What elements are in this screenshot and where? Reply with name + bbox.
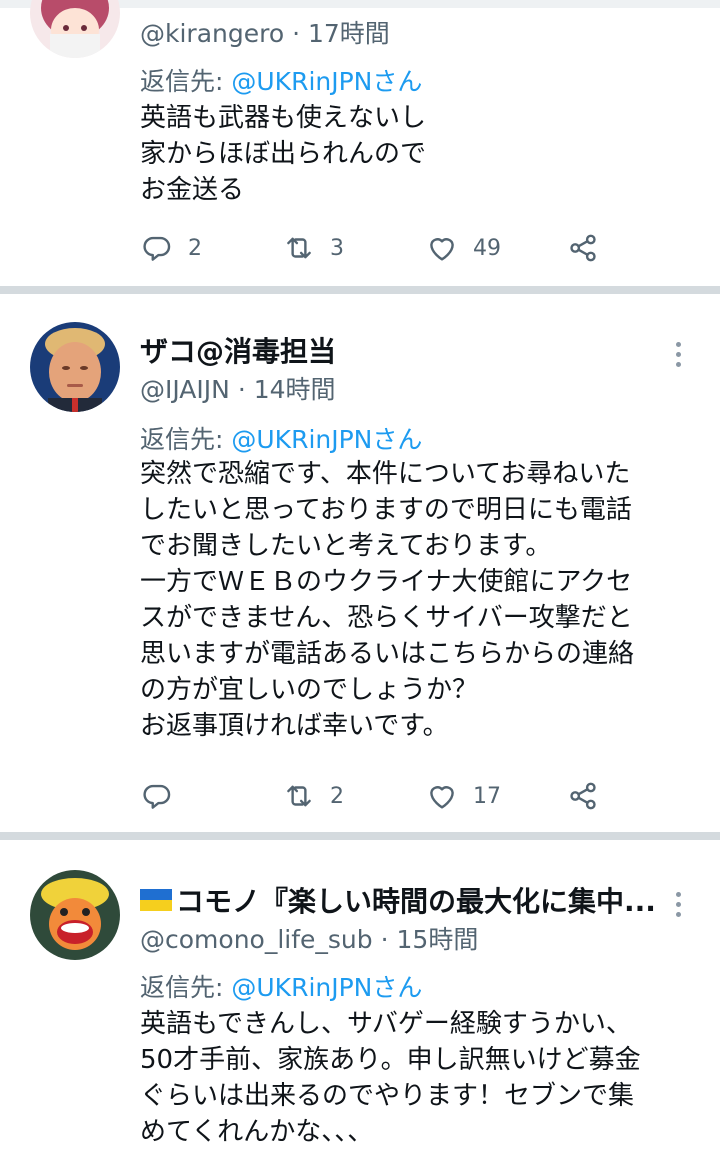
share-icon (570, 782, 596, 810)
handle-text[interactable]: @kirangero (140, 19, 284, 48)
reply-prefix: 返信先: (140, 973, 232, 1002)
retweet-button[interactable]: 3 (282, 228, 344, 268)
reply-button[interactable]: 2 (140, 228, 202, 268)
tweet-2[interactable]: ザコ@消毒担当 @IJAIJN · 14時間 返信先: @UKRinJPNさん … (0, 294, 720, 832)
like-count: 17 (473, 783, 501, 809)
tweet-text-line: 一方でＷＥＢのウクライナ大使館にアクセ (140, 567, 633, 597)
avatar[interactable] (30, 0, 120, 58)
tweet-1[interactable]: @kirangero · 17時間 返信先: @UKRinJPNさん 英語も武器… (0, 0, 720, 288)
avatar[interactable] (30, 870, 120, 960)
more-icon-dot (676, 352, 681, 357)
retweet-icon (287, 785, 311, 807)
tweet-text-line: 思いますが電話あるいはこちらからの連絡 (140, 639, 635, 669)
separator-dot: · (237, 375, 246, 404)
tweet-text-line: 英語も武器も使えないし (140, 103, 427, 133)
more-icon-dot (676, 362, 681, 367)
tweet-text: 英語もできんし、サバゲー経験すうかい、 50才手前、家族あり。申し訳無いけど募金… (140, 1006, 641, 1150)
reply-to-line: 返信先: @UKRinJPNさん (140, 420, 422, 456)
more-options-button[interactable] (676, 892, 686, 922)
share-button[interactable] (566, 776, 600, 816)
ukraine-flag-icon (140, 889, 172, 911)
avatar[interactable] (30, 322, 120, 412)
tweet-time[interactable]: 17時間 (308, 19, 390, 48)
tweet-text-line: スができません、恐らくサイバー攻撃だと (140, 603, 633, 633)
reply-icon (143, 236, 171, 261)
retweet-icon (287, 237, 311, 259)
share-button[interactable] (566, 228, 600, 268)
more-icon-dot (676, 912, 681, 917)
tweet-text-line: 英語もできんし、サバゲー経験すうかい、 (140, 1009, 632, 1039)
retweet-button[interactable]: 2 (282, 776, 344, 816)
tweet-text-line: でお聞きしたいと考えております。 (140, 531, 552, 561)
action-bar: 2 17 (140, 776, 610, 816)
separator-dot: · (380, 925, 389, 954)
handle-text[interactable]: @comono_life_sub (140, 925, 373, 954)
tweet-text: 突然で恐縮です、本件についてお尋ねいた したいと思っておりますので明日にも電話 … (140, 456, 634, 744)
tweet-divider (0, 286, 720, 294)
tweet-text-line: お金送る (140, 175, 245, 205)
reply-mention-link[interactable]: @UKRinJPNさん (231, 425, 422, 454)
tweet-handle[interactable]: @comono_life_sub · 15時間 (140, 920, 478, 956)
tweet-author-name[interactable]: ザコ@消毒担当 (140, 330, 336, 370)
share-icon (570, 234, 596, 262)
tweet-text-line: お返事頂ければ幸いです。 (140, 711, 449, 741)
tweet-author-name[interactable]: コモノ『楽しい時間の最大化に集中... (140, 880, 656, 920)
tweet-time[interactable]: 15時間 (397, 925, 479, 954)
more-icon-dot (676, 902, 681, 907)
handle-text[interactable]: @IJAIJN (140, 375, 230, 404)
tweet-text-line: 50才手前、家族あり。申し訳無いけど募金 (140, 1045, 641, 1075)
reply-to-line: 返信先: @UKRinJPNさん (140, 968, 422, 1004)
reply-prefix: 返信先: (140, 425, 232, 454)
tweet-handle[interactable]: @IJAIJN · 14時間 (140, 370, 336, 406)
tweet-text-line: 家からほぼ出られんので (140, 139, 427, 169)
tweet-3[interactable]: コモノ『楽しい時間の最大化に集中... @comono_life_sub · 1… (0, 840, 720, 1160)
tweet-text-line: したいと思っておりますので明日にも電話 (140, 495, 632, 525)
tweet-text-line: 突然で恐縮です、本件についてお尋ねいた (140, 459, 631, 489)
tweet-time[interactable]: 14時間 (254, 375, 336, 404)
tweet-handle[interactable]: @kirangero · 17時間 (140, 14, 390, 50)
action-bar: 2 3 49 (140, 228, 610, 268)
retweet-count: 2 (330, 783, 344, 809)
more-icon-dot (676, 342, 681, 347)
reply-icon (143, 784, 171, 809)
author-name-text[interactable]: コモノ『楽しい時間の最大化に集中... (176, 885, 656, 918)
more-icon-dot (676, 892, 681, 897)
like-count: 49 (473, 235, 501, 261)
reply-mention-link[interactable]: @UKRinJPNさん (231, 67, 422, 96)
tweet-text-line: めてくれんかな、、、 (140, 1117, 374, 1147)
tweet-divider (0, 832, 720, 840)
reply-count: 2 (188, 235, 202, 261)
like-button[interactable]: 49 (425, 228, 501, 268)
more-options-button[interactable] (676, 342, 686, 372)
reply-prefix: 返信先: (140, 67, 232, 96)
separator-dot: · (292, 19, 301, 48)
like-icon (430, 238, 454, 261)
tweet-text-line: の方が宜しいのでしょうか？ (140, 675, 479, 705)
tweet-text: 英語も武器も使えないし 家からほぼ出られんので お金送る (140, 100, 426, 208)
reply-to-line: 返信先: @UKRinJPNさん (140, 62, 422, 98)
tweet-text-line: ぐらいは出来るのでやります！セブンで集 (140, 1081, 635, 1111)
like-icon (430, 786, 454, 809)
like-button[interactable]: 17 (425, 776, 501, 816)
reply-button[interactable] (140, 776, 188, 816)
retweet-count: 3 (330, 235, 344, 261)
reply-mention-link[interactable]: @UKRinJPNさん (231, 973, 422, 1002)
